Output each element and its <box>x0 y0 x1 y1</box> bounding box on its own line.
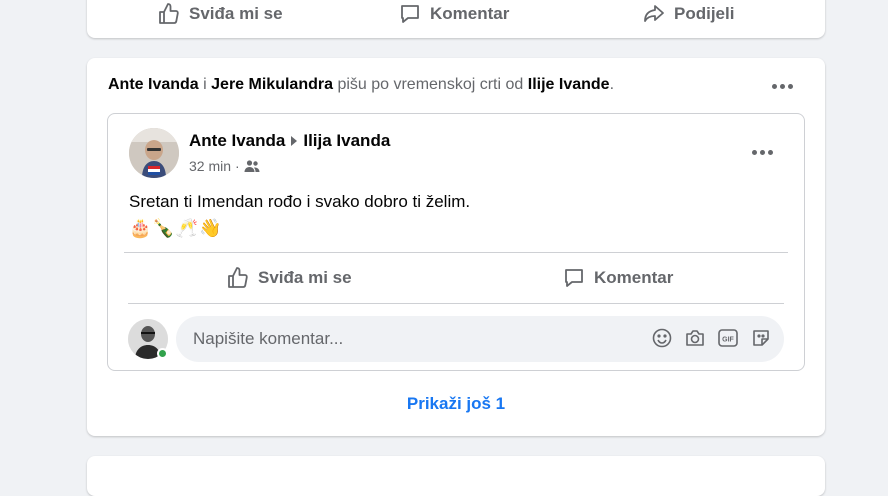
comment-input[interactable] <box>191 328 615 350</box>
timeline-owner-link[interactable]: Ilije Ivande <box>528 76 610 93</box>
camera-icon[interactable] <box>684 327 706 349</box>
post-options-button[interactable] <box>766 70 798 102</box>
header-and: i <box>203 76 207 93</box>
show-more-link[interactable]: Prikaži još 1 <box>87 394 825 414</box>
header-middle-text: pišu po vremenskoj crti od <box>337 76 524 93</box>
comment-icon <box>401 5 419 23</box>
shared-post: Ante Ivanda Ilija Ivanda 32 min · Sretan… <box>107 113 805 371</box>
comment-composer: GIF <box>128 316 784 362</box>
author-link-1[interactable]: Ante Ivanda <box>108 76 199 93</box>
timeline-post-card: Ante Ivanda i Jere Mikulandra pišu po vr… <box>87 58 825 436</box>
share-label: Podijeli <box>674 4 735 23</box>
like-button-top[interactable]: Sviđa mi se <box>157 2 283 26</box>
more-dot <box>767 149 773 155</box>
comment-tools: GIF <box>651 327 772 349</box>
divider <box>124 252 788 253</box>
comment-icon <box>565 269 583 287</box>
recipient-name[interactable]: Ilija Ivanda <box>303 131 390 151</box>
comment-box: GIF <box>176 316 784 362</box>
comment-label: Komentar <box>594 268 674 287</box>
previous-post-card: Sviđa mi se Komentar Podijeli <box>87 0 825 38</box>
like-button[interactable]: Sviđa mi se <box>226 266 352 290</box>
online-status-indicator <box>157 348 168 359</box>
comment-button[interactable]: Komentar <box>562 266 673 290</box>
emoji-icon[interactable] <box>651 327 673 349</box>
post-text: Sretan ti Imendan rođo i svako dobro ti … <box>129 192 471 211</box>
gif-text: GIF <box>722 337 734 344</box>
more-dot <box>751 149 757 155</box>
header-end: . <box>609 76 615 93</box>
like-label: Sviđa mi se <box>258 268 352 287</box>
more-dot <box>787 83 793 89</box>
profile-photo-icon <box>129 128 179 178</box>
comment-label: Komentar <box>430 4 510 23</box>
post-header: Ante Ivanda i Jere Mikulandra pišu po vr… <box>108 76 614 94</box>
more-dot <box>779 83 785 89</box>
shared-post-options-button[interactable] <box>746 136 778 168</box>
comment-button-top[interactable]: Komentar <box>398 2 509 26</box>
share-button-top[interactable]: Podijeli <box>642 2 734 26</box>
avatar[interactable] <box>129 128 179 178</box>
arrow-right-icon <box>291 136 298 146</box>
poster-name[interactable]: Ante Ivanda <box>189 131 285 151</box>
meta-separator: · <box>235 158 240 174</box>
like-label: Sviđa mi se <box>189 4 283 23</box>
next-post-card <box>87 456 825 496</box>
friends-icon <box>244 160 260 172</box>
post-time[interactable]: 32 min <box>189 158 231 174</box>
poster-line: Ante Ivanda Ilija Ivanda <box>189 131 390 151</box>
sticker-icon[interactable] <box>750 327 772 349</box>
more-dot <box>759 149 765 155</box>
post-meta: 32 min · <box>189 158 260 174</box>
divider <box>128 303 784 304</box>
thumbs-up-icon <box>228 267 248 288</box>
author-link-2[interactable]: Jere Mikulandra <box>211 76 333 93</box>
thumbs-up-icon <box>159 3 179 24</box>
emoji-row: 🎂🍾🥂👋 <box>129 218 223 238</box>
share-icon <box>644 5 664 22</box>
more-dot <box>771 83 777 89</box>
gif-icon[interactable]: GIF <box>717 327 739 349</box>
